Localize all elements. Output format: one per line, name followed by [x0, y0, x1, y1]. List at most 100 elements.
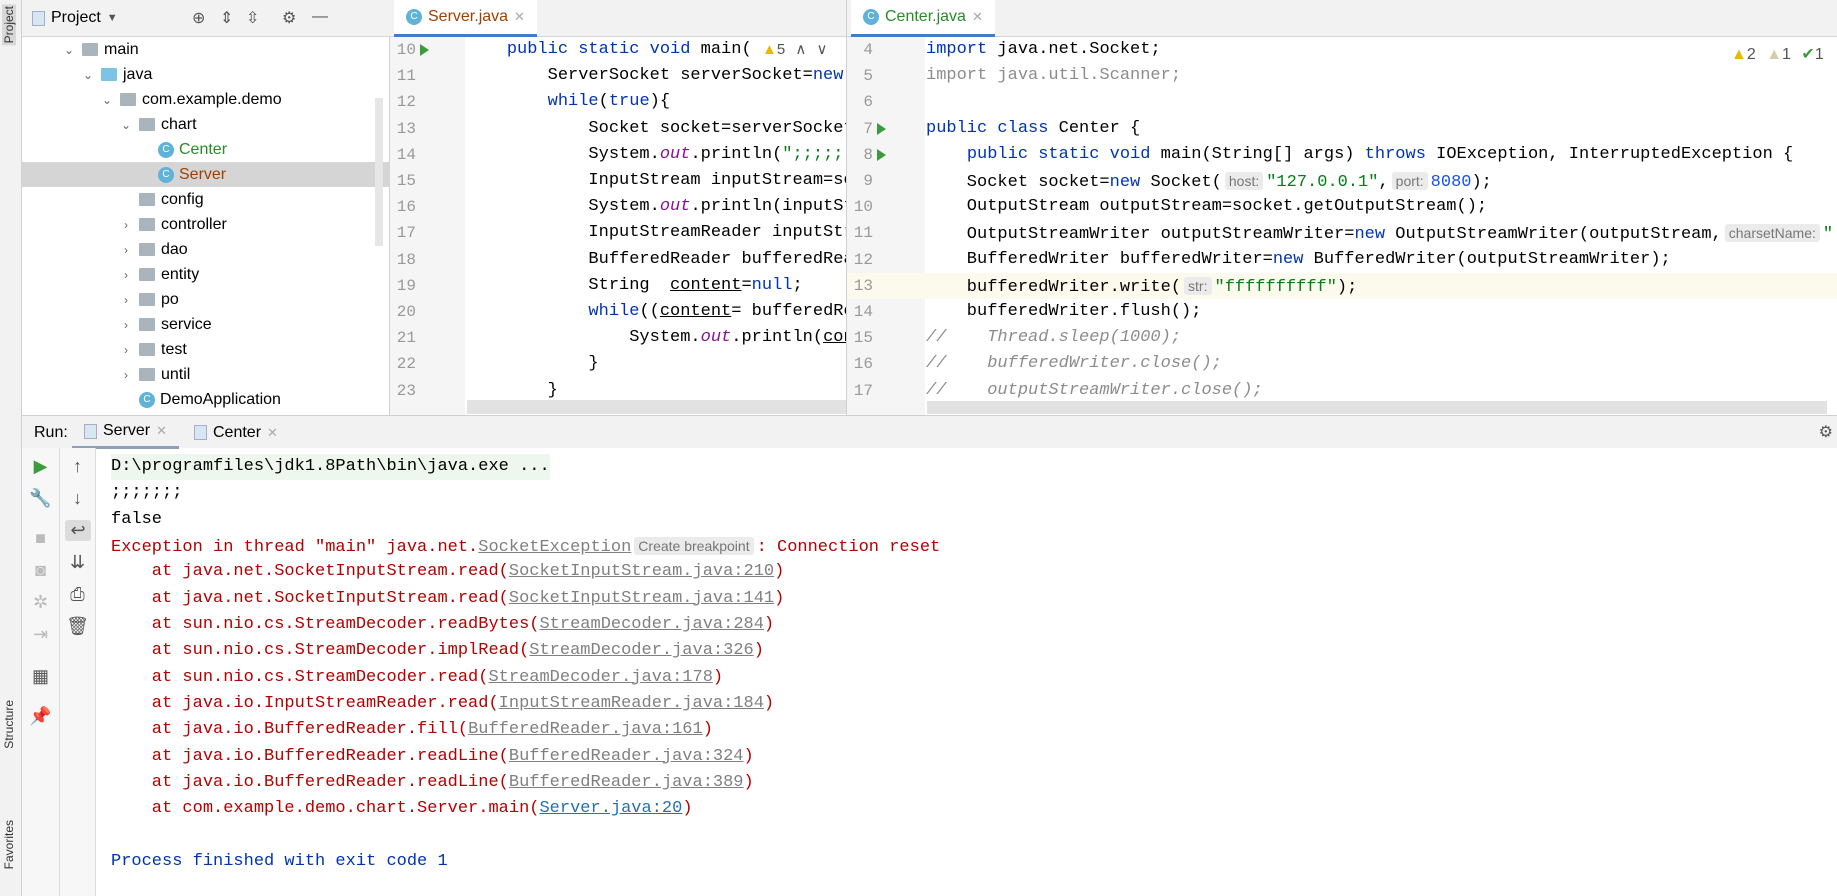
chevron-right-icon[interactable]: › [119, 268, 133, 282]
code-line[interactable]: import java.util.Scanner; [926, 63, 1181, 89]
up-arrow-icon[interactable]: ↑ [60, 456, 95, 477]
print-icon[interactable]: ⎙ [60, 584, 95, 605]
run-gutter-icon[interactable] [420, 44, 429, 56]
expand-all-icon[interactable]: ⇕ [220, 8, 233, 28]
code-token[interactable]: StreamDecoder.java:326 [529, 641, 753, 660]
run-tab-server[interactable]: Server ✕ [72, 416, 180, 449]
tree-item[interactable]: › controller [22, 212, 390, 237]
wrench-icon[interactable]: 🔧 [22, 488, 59, 509]
layout-icon[interactable]: ▦ [22, 666, 59, 687]
code-line[interactable]: } [466, 351, 598, 377]
prev-icon[interactable]: ∧ [795, 41, 806, 58]
code-line[interactable]: // Thread.sleep(1000); [926, 325, 1181, 351]
code-line[interactable]: // bufferedWriter.close(); [926, 351, 1222, 377]
tree-item[interactable]: › dao [22, 237, 390, 262]
run-tab-center[interactable]: Center ✕ [182, 416, 290, 449]
tree-item[interactable]: › test [22, 337, 390, 362]
tree-item[interactable]: › entity [22, 262, 390, 287]
code-line[interactable]: BufferedReader bufferedRea [466, 247, 846, 273]
code-token[interactable]: BufferedReader.java:324 [509, 747, 744, 766]
chevron-right-icon[interactable]: › [119, 293, 133, 307]
trash-icon[interactable]: 🗑 [60, 616, 95, 637]
close-icon[interactable]: ✕ [267, 425, 278, 441]
code-line[interactable]: bufferedWriter.flush(); [926, 299, 1202, 325]
tree-item[interactable]: ⌄ java [22, 62, 390, 87]
collapse-all-icon[interactable]: ⇳ [246, 8, 259, 28]
chevron-right-icon[interactable]: › [119, 243, 133, 257]
code-line[interactable]: System.out.println(con [466, 325, 846, 351]
debug-icon[interactable]: ✲ [22, 592, 59, 613]
next-icon[interactable]: ∨ [817, 41, 828, 58]
code-line[interactable]: OutputStream outputStream=socket.getOutp… [926, 194, 1487, 220]
code-line[interactable]: String content=null; [466, 273, 802, 299]
close-icon[interactable]: ✕ [972, 9, 983, 25]
tree-item[interactable]: ⌄ chart [22, 112, 390, 137]
chevron-down-icon[interactable]: ⌄ [119, 118, 133, 132]
code-line[interactable]: while((content= bufferedRe [466, 299, 846, 325]
code-line[interactable]: InputStreamReader inputStr [466, 220, 846, 246]
stop-icon[interactable]: ■ [22, 528, 59, 549]
code-token[interactable]: InputStreamReader.java:184 [499, 694, 764, 713]
code-token[interactable]: SocketException [478, 538, 631, 557]
rerun-icon[interactable]: ▶ [22, 456, 59, 477]
code-line[interactable]: ServerSocket serverSocket=new [466, 63, 844, 89]
gear-icon[interactable]: ⚙ [282, 8, 296, 28]
code-line[interactable]: // outputStreamWriter.close(); [926, 378, 1263, 404]
code-line[interactable]: Socket socket=new Socket(host: "127.0.0.1… [926, 168, 1492, 194]
soft-wrap-icon[interactable]: ↩ [65, 520, 91, 541]
code-token[interactable]: SocketInputStream.java:210 [509, 562, 774, 581]
tab-center-java[interactable]: C Center.java ✕ [851, 0, 995, 37]
tab-server-java[interactable]: C Server.java ✕ [394, 0, 537, 37]
chevron-right-icon[interactable]: › [119, 318, 133, 332]
locate-icon[interactable]: ⊕ [192, 8, 205, 28]
scroll-to-end-icon[interactable]: ⇊ [60, 552, 95, 573]
inspection-widget[interactable]: ▲2 ▲1 ✔1 [1727, 44, 1828, 64]
tree-item[interactable]: config [22, 187, 390, 212]
dropdown-icon[interactable]: ▼ [107, 12, 118, 24]
chevron-right-icon[interactable]: › [119, 218, 133, 232]
run-gutter-icon[interactable] [877, 148, 886, 161]
chevron-down-icon[interactable]: ⌄ [81, 68, 95, 82]
code-line[interactable]: BufferedWriter bufferedWriter=new Buffer… [926, 247, 1671, 273]
code-line[interactable]: public class Center { [926, 116, 1140, 142]
code-line[interactable]: InputStream inputStream=so [466, 168, 846, 194]
code-line[interactable]: bufferedWriter.write(str: "ffffffffff"); [926, 273, 1357, 299]
code-token[interactable]: StreamDecoder.java:178 [488, 668, 712, 687]
code-token[interactable]: SocketInputStream.java:141 [509, 589, 774, 608]
favorites-tool-button[interactable]: Favorites [2, 820, 16, 869]
code-line[interactable]: while(true){ [466, 89, 670, 115]
tree-item[interactable]: C DemoApplication [22, 387, 390, 412]
code-line[interactable]: Socket socket=serverSocket [466, 116, 846, 142]
h-scrollbar[interactable] [927, 401, 1827, 414]
code-line[interactable]: System.out.println(";;;;;; [466, 142, 846, 168]
code-token[interactable]: StreamDecoder.java:284 [539, 615, 763, 634]
tree-item[interactable]: ⌄ main [22, 37, 390, 62]
close-icon[interactable]: ✕ [514, 9, 525, 25]
chevron-right-icon[interactable]: › [119, 368, 133, 382]
chevron-down-icon[interactable]: ⌄ [62, 43, 76, 57]
chevron-down-icon[interactable]: ⌄ [100, 93, 114, 107]
camera-icon[interactable]: ◙ [22, 560, 59, 581]
code-token[interactable]: Server.java:20 [539, 799, 682, 818]
code-line[interactable]: public static void main( [466, 37, 752, 63]
tree-scrollbar[interactable] [375, 98, 383, 246]
structure-tool-button[interactable]: Structure [2, 700, 16, 749]
tree-item[interactable]: C Center [22, 137, 390, 162]
project-tool-button[interactable]: Project [2, 4, 16, 46]
code-line[interactable]: import java.net.Socket; [926, 37, 1161, 63]
code-token[interactable]: BufferedReader.java:161 [468, 720, 703, 739]
code-token[interactable]: BufferedReader.java:389 [509, 773, 744, 792]
down-arrow-icon[interactable]: ↓ [60, 488, 95, 509]
code-line[interactable]: OutputStreamWriter outputStreamWriter=ne… [926, 220, 1833, 246]
inspection-widget[interactable]: ▲5 ∧ ∨ [758, 40, 832, 58]
tree-item[interactable]: ⌄ com.example.demo [22, 87, 390, 112]
code-line[interactable]: System.out.println(inputSt [466, 194, 846, 220]
hide-icon[interactable]: — [312, 8, 328, 26]
pin-icon[interactable]: 📌 [22, 706, 59, 727]
h-scrollbar[interactable] [467, 400, 846, 414]
tree-item[interactable]: C Server [22, 162, 390, 187]
tree-item[interactable]: › po [22, 287, 390, 312]
run-gutter-icon[interactable] [877, 122, 886, 135]
exit-icon[interactable]: ⇥ [22, 624, 59, 645]
project-title[interactable]: Project [51, 9, 101, 27]
